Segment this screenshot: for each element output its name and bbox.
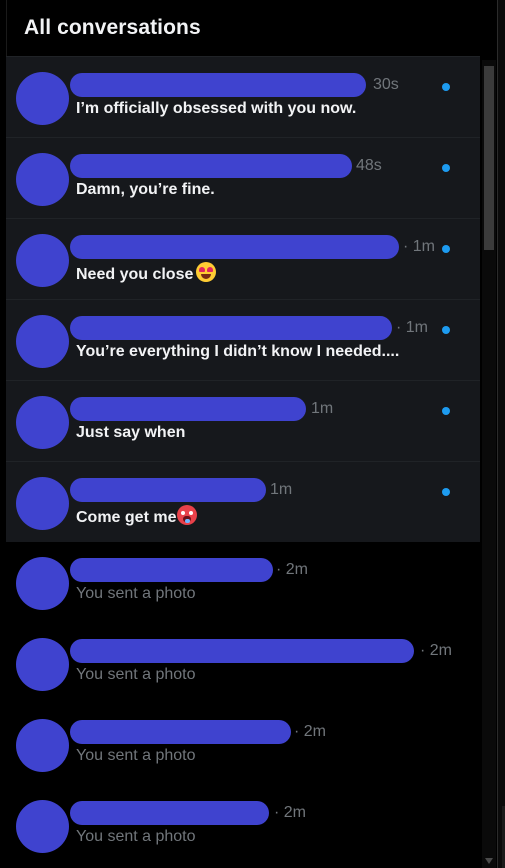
message-preview: I’m officially obsessed with you now. <box>76 100 357 117</box>
message-preview-text: Come get me <box>76 509 177 526</box>
message-preview: You sent a photo <box>76 585 196 602</box>
conversation-row[interactable]: · 2m You sent a photo <box>6 542 480 623</box>
conversation-row[interactable]: · 2m You sent a photo <box>6 785 480 866</box>
timestamp: 1m <box>270 481 293 498</box>
scrollbar-thumb[interactable] <box>484 66 494 250</box>
avatar[interactable] <box>16 153 69 206</box>
message-preview: Need you close <box>76 262 217 284</box>
message-preview: You sent a photo <box>76 828 196 845</box>
timestamp: 1m <box>311 400 334 417</box>
conversation-row[interactable]: · 2m You sent a photo <box>6 623 480 704</box>
redacted-username <box>70 235 399 259</box>
redacted-username <box>70 801 269 825</box>
timestamp: · 2m <box>274 804 306 821</box>
message-preview: You sent a photo <box>76 666 196 683</box>
redacted-username <box>70 720 291 744</box>
conversation-row[interactable]: 30s I’m officially obsessed with you now… <box>6 56 480 137</box>
timestamp: · 2m <box>276 561 308 578</box>
page-title: All conversations <box>24 16 201 39</box>
avatar[interactable] <box>16 234 69 287</box>
window-edge <box>498 0 505 868</box>
conversation-list: 30s I’m officially obsessed with you now… <box>6 56 480 868</box>
hot-face-icon <box>177 505 198 525</box>
avatar[interactable] <box>16 315 69 368</box>
unread-dot-icon <box>442 245 450 253</box>
avatar[interactable] <box>16 396 69 449</box>
conversation-row[interactable]: · 1m Need you close <box>6 218 480 299</box>
redacted-username <box>70 316 392 340</box>
unread-dot-icon <box>442 164 450 172</box>
panel-header: All conversations <box>6 0 480 56</box>
avatar[interactable] <box>16 557 69 610</box>
avatar[interactable] <box>16 800 69 853</box>
message-preview-text: Need you close <box>76 266 194 283</box>
message-preview: You sent a photo <box>76 747 196 764</box>
avatar[interactable] <box>16 477 69 530</box>
redacted-username <box>70 73 366 97</box>
redacted-username <box>70 154 352 178</box>
timestamp: · 2m <box>294 723 326 740</box>
conversation-row[interactable]: 1m Come get me <box>6 461 480 542</box>
message-preview: Damn, you’re fine. <box>76 181 215 198</box>
smiling-face-with-heart-eyes-icon <box>196 262 217 282</box>
timestamp: 30s <box>373 76 399 93</box>
message-preview: You’re everything I didn’t know I needed… <box>76 343 400 360</box>
conversation-row[interactable]: · 2m You sent a photo <box>6 704 480 785</box>
conversation-row[interactable]: 1m Just say when <box>6 380 480 461</box>
conversation-row[interactable]: 48s Damn, you’re fine. <box>6 137 480 218</box>
avatar[interactable] <box>16 638 69 691</box>
scrollbar[interactable] <box>482 60 496 868</box>
redacted-username <box>70 478 266 502</box>
conversation-row[interactable]: · 1m You’re everything I didn’t know I n… <box>6 299 480 380</box>
redacted-username <box>70 639 414 663</box>
unread-dot-icon <box>442 488 450 496</box>
redacted-username <box>70 558 273 582</box>
timestamp: 48s <box>356 157 382 174</box>
message-preview: Come get me <box>76 505 198 527</box>
timestamp: · 2m <box>420 642 452 659</box>
timestamp: · 1m <box>396 319 428 336</box>
unread-dot-icon <box>442 407 450 415</box>
message-preview: Just say when <box>76 424 186 441</box>
timestamp: · 1m <box>403 238 435 255</box>
avatar[interactable] <box>16 719 69 772</box>
unread-dot-icon <box>442 83 450 91</box>
conversations-panel: All conversations 30s I’m officially obs… <box>0 0 498 868</box>
avatar[interactable] <box>16 72 69 125</box>
redacted-username <box>70 397 306 421</box>
scroll-down-arrow-icon[interactable] <box>485 858 493 864</box>
unread-dot-icon <box>442 326 450 334</box>
